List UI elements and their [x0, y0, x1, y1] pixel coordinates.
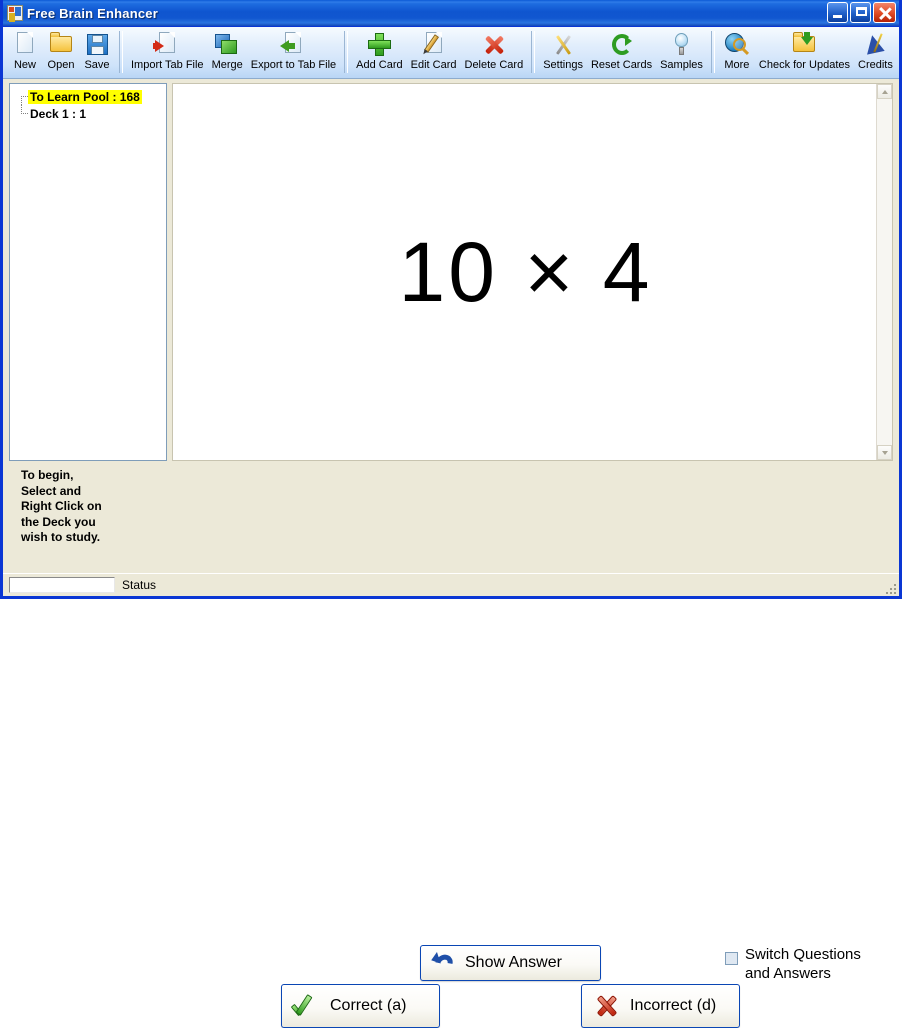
title-bar: Free Brain Enhancer: [3, 0, 899, 27]
scroll-down-icon[interactable]: [877, 445, 892, 460]
toolbar-button-export-to-tab-file[interactable]: Export to Tab File: [247, 29, 340, 79]
toolbar-button-reset-cards[interactable]: Reset Cards: [587, 29, 656, 79]
toolbar-label: Credits: [858, 59, 893, 71]
toolbar-button-check-for-updates[interactable]: Check for Updates: [755, 29, 854, 79]
toolbar-label: Open: [47, 59, 75, 71]
main-toolbar: New Open Save Import Tab File Merge Expo…: [3, 27, 899, 79]
switch-questions-checkbox[interactable]: [725, 952, 738, 965]
toolbar-label: Add Card: [356, 59, 403, 71]
scroll-up-icon[interactable]: [877, 84, 892, 99]
instructions-text: To begin, Select and Right Click on the …: [21, 468, 102, 544]
undo-arrow-icon: [431, 951, 457, 975]
wizard-hat-icon: [861, 31, 889, 58]
toolbar-button-save[interactable]: Save: [79, 29, 115, 79]
show-answer-label: Show Answer: [465, 954, 562, 971]
toolbar-label: Import Tab File: [131, 59, 204, 71]
app-icon: [7, 5, 23, 21]
card-vertical-scrollbar[interactable]: [876, 84, 892, 460]
window-controls: [827, 2, 896, 23]
toolbar-label: Samples: [660, 59, 703, 71]
card-display-panel[interactable]: 10 × 4: [172, 83, 893, 461]
green-plus-icon: [365, 31, 393, 58]
close-button[interactable]: [873, 2, 896, 23]
toolbar-label: Check for Updates: [758, 59, 850, 71]
toolbar-label: Delete Card: [464, 59, 524, 71]
card-question-text: 10 × 4: [398, 225, 653, 319]
toolbar-button-merge[interactable]: Merge: [208, 29, 247, 79]
resize-grip-icon[interactable]: [884, 582, 896, 594]
toolbar-label: New: [13, 59, 36, 71]
window-title: Free Brain Enhancer: [27, 5, 158, 21]
correct-label: Correct (a): [330, 997, 407, 1014]
toolbar-separator: [531, 31, 536, 73]
lightbulb-icon: [667, 31, 695, 58]
edit-pencil-icon: [420, 31, 448, 58]
toolbar-separator: [344, 31, 349, 73]
save-floppy-icon: [83, 31, 111, 58]
folder-download-icon: [790, 31, 818, 58]
red-x-icon: [480, 31, 508, 58]
minimize-button[interactable]: [827, 2, 848, 23]
deck-tree[interactable]: To Learn Pool : 168 Deck 1 : 1: [9, 83, 167, 461]
toolbar-button-add-card[interactable]: Add Card: [352, 29, 406, 79]
toolbar-button-open[interactable]: Open: [43, 29, 79, 79]
tree-connector-icon: [16, 88, 28, 105]
show-answer-button[interactable]: Show Answer: [420, 945, 601, 981]
tree-connector-icon: [16, 105, 28, 122]
toolbar-button-settings[interactable]: Settings: [539, 29, 587, 79]
toolbar-button-credits[interactable]: Credits: [854, 29, 897, 79]
toolbar-button-more[interactable]: More: [719, 29, 755, 79]
refresh-icon: [608, 31, 636, 58]
toolbar-label: Merge: [211, 59, 243, 71]
tree-node-deck-1[interactable]: Deck 1 : 1: [10, 105, 166, 122]
toolbar-label: Edit Card: [410, 59, 457, 71]
toolbar-button-samples[interactable]: Samples: [656, 29, 707, 79]
toolbar-label: Save: [84, 59, 110, 71]
toolbar-button-edit-card[interactable]: Edit Card: [407, 29, 461, 79]
incorrect-button[interactable]: Incorrect (d): [581, 984, 740, 1028]
toolbar-button-delete-card[interactable]: Delete Card: [461, 29, 528, 79]
open-folder-icon: [47, 31, 75, 58]
bottom-panel: To begin, Select and Right Click on the …: [3, 461, 899, 1028]
green-check-icon: [292, 993, 322, 1019]
switch-questions-answers-control[interactable]: Switch Questions and Answers: [725, 945, 861, 983]
application-window: Free Brain Enhancer New Open Save Import…: [0, 0, 902, 1028]
tree-node-label: To Learn Pool : 168: [28, 89, 142, 104]
tree-node-to-learn-pool[interactable]: To Learn Pool : 168: [10, 88, 166, 105]
progress-field: [9, 577, 115, 593]
merge-squares-icon: [213, 31, 241, 58]
correct-button[interactable]: Correct (a): [281, 984, 440, 1028]
toolbar-separator: [119, 31, 123, 73]
toolbar-label: Reset Cards: [590, 59, 653, 71]
tools-icon: [549, 31, 577, 58]
tree-node-label: Deck 1 : 1: [30, 106, 87, 121]
status-label: Status: [122, 578, 157, 592]
new-page-icon: [11, 31, 39, 58]
switch-questions-label: Switch Questions and Answers: [745, 946, 861, 982]
toolbar-label: Settings: [543, 59, 583, 71]
red-x-icon: [592, 993, 622, 1019]
maximize-button[interactable]: [850, 2, 871, 23]
toolbar-button-new[interactable]: New: [7, 29, 43, 79]
incorrect-label: Incorrect (d): [630, 997, 717, 1014]
workspace: To Learn Pool : 168 Deck 1 : 1 10 × 4: [3, 79, 899, 461]
import-arrow-icon: [153, 31, 181, 58]
toolbar-button-import-tab-file[interactable]: Import Tab File: [127, 29, 208, 79]
toolbar-label: More: [724, 59, 750, 71]
export-arrow-icon: [279, 31, 307, 58]
status-bar: Status: [3, 573, 899, 596]
globe-search-icon: [723, 31, 751, 58]
toolbar-label: Export to Tab File: [250, 59, 337, 71]
toolbar-separator: [710, 31, 715, 73]
